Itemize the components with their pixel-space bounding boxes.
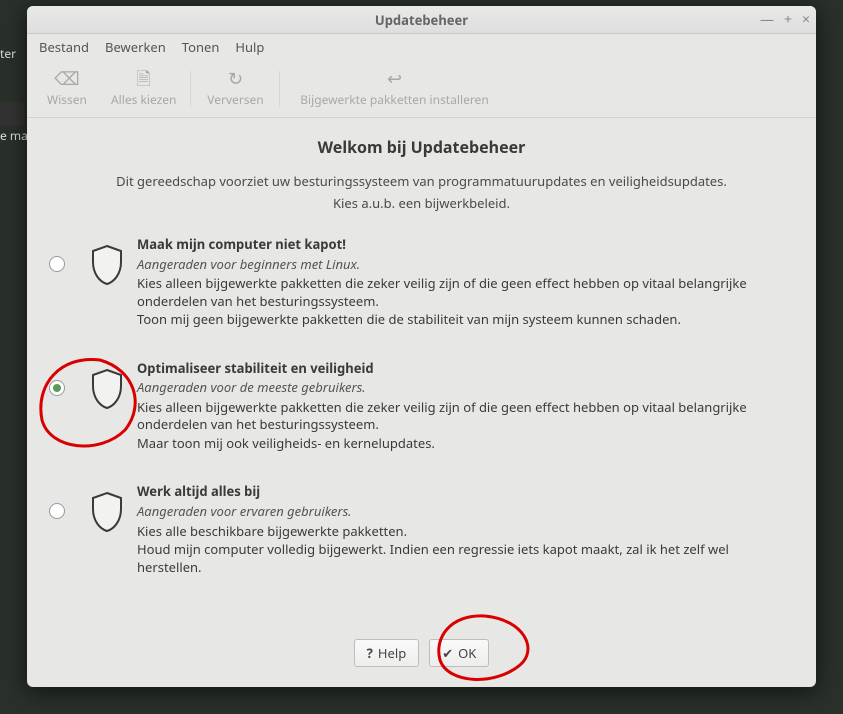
toolbar: ⌫ Wissen 🗎 Alles kiezen ↻ Verversen ↩ Bi…	[27, 60, 816, 118]
policy-option-all[interactable]: Werk altijd alles bij Aangeraden voor er…	[49, 483, 794, 577]
help-button[interactable]: ? Help	[354, 639, 420, 667]
menubar: Bestand Bewerken Tonen Hulp	[27, 34, 816, 60]
welcome-line2: Kies a.u.b. een bijwerkbeleid.	[49, 194, 794, 212]
menu-help[interactable]: Hulp	[229, 36, 270, 58]
radio-balanced[interactable]	[49, 380, 65, 396]
option-title: Maak mijn computer niet kapot!	[137, 236, 794, 254]
shield-icon	[81, 368, 133, 410]
menu-view[interactable]: Tonen	[176, 36, 226, 58]
option-recommended: Aangeraden voor de meeste gebruikers.	[137, 379, 794, 397]
document-icon: 🗎	[137, 70, 151, 88]
maximize-icon[interactable]: +	[784, 13, 792, 27]
option-title: Optimaliseer stabiliteit en veiligheid	[137, 360, 794, 378]
shield-icon	[81, 244, 133, 286]
window-title: Updatebeheer	[27, 11, 816, 29]
radio-safe[interactable]	[49, 256, 65, 272]
dialog-buttons: ? Help ✔ OK	[49, 629, 794, 669]
toolbar-select-all-button[interactable]: 🗎 Alles kiezen	[111, 70, 176, 108]
policy-option-balanced[interactable]: Optimaliseer stabiliteit en veiligheid A…	[49, 360, 794, 454]
desktop-icons-partial: ter e ma	[0, 40, 28, 143]
option-recommended: Aangeraden voor beginners met Linux.	[137, 256, 794, 274]
content-area: Welkom bij Updatebeheer Dit gereedschap …	[27, 118, 816, 687]
toolbar-separator	[190, 71, 191, 107]
option-desc: Kies alleen bijgewerkte pakketten die ze…	[137, 275, 794, 310]
check-icon: ✔	[442, 644, 453, 662]
option-desc: Kies alle beschikbare bijgewerkte pakket…	[137, 523, 794, 541]
backspace-icon: ⌫	[54, 70, 79, 88]
radio-all[interactable]	[49, 503, 65, 519]
menu-edit[interactable]: Bewerken	[99, 36, 172, 58]
close-icon[interactable]: ×	[802, 13, 810, 27]
download-icon: ↩	[387, 70, 402, 88]
toolbar-install-button[interactable]: ↩ Bijgewerkte pakketten installeren	[294, 70, 494, 108]
policy-option-safe[interactable]: Maak mijn computer niet kapot! Aangerade…	[49, 236, 794, 330]
toolbar-refresh-button[interactable]: ↻ Verversen	[205, 70, 265, 108]
help-icon: ?	[367, 644, 373, 662]
shield-icon	[81, 491, 133, 533]
policy-options: Maak mijn computer niet kapot! Aangerade…	[49, 236, 794, 577]
option-desc: Toon mij geen bijgewerkte pakketten die …	[137, 311, 794, 329]
ok-button[interactable]: ✔ OK	[429, 639, 489, 667]
option-desc: Kies alleen bijgewerkte pakketten die ze…	[137, 399, 794, 434]
option-title: Werk altijd alles bij	[137, 483, 794, 501]
minimize-icon[interactable]: —	[760, 13, 774, 27]
toolbar-separator	[279, 71, 280, 107]
welcome-heading: Welkom bij Updatebeheer	[49, 136, 794, 158]
toolbar-clear-button[interactable]: ⌫ Wissen	[37, 70, 97, 108]
welcome-line1: Dit gereedschap voorziet uw besturingssy…	[49, 172, 794, 190]
update-manager-window: Updatebeheer — + × Bestand Bewerken Tone…	[27, 6, 816, 687]
refresh-icon: ↻	[228, 70, 243, 88]
option-recommended: Aangeraden voor ervaren gebruikers.	[137, 503, 794, 521]
option-desc: Maar toon mij ook veiligheids- en kernel…	[137, 435, 794, 453]
option-desc: Houd mijn computer volledig bijgewerkt. …	[137, 541, 794, 576]
titlebar[interactable]: Updatebeheer — + ×	[27, 6, 816, 34]
menu-file[interactable]: Bestand	[33, 36, 95, 58]
